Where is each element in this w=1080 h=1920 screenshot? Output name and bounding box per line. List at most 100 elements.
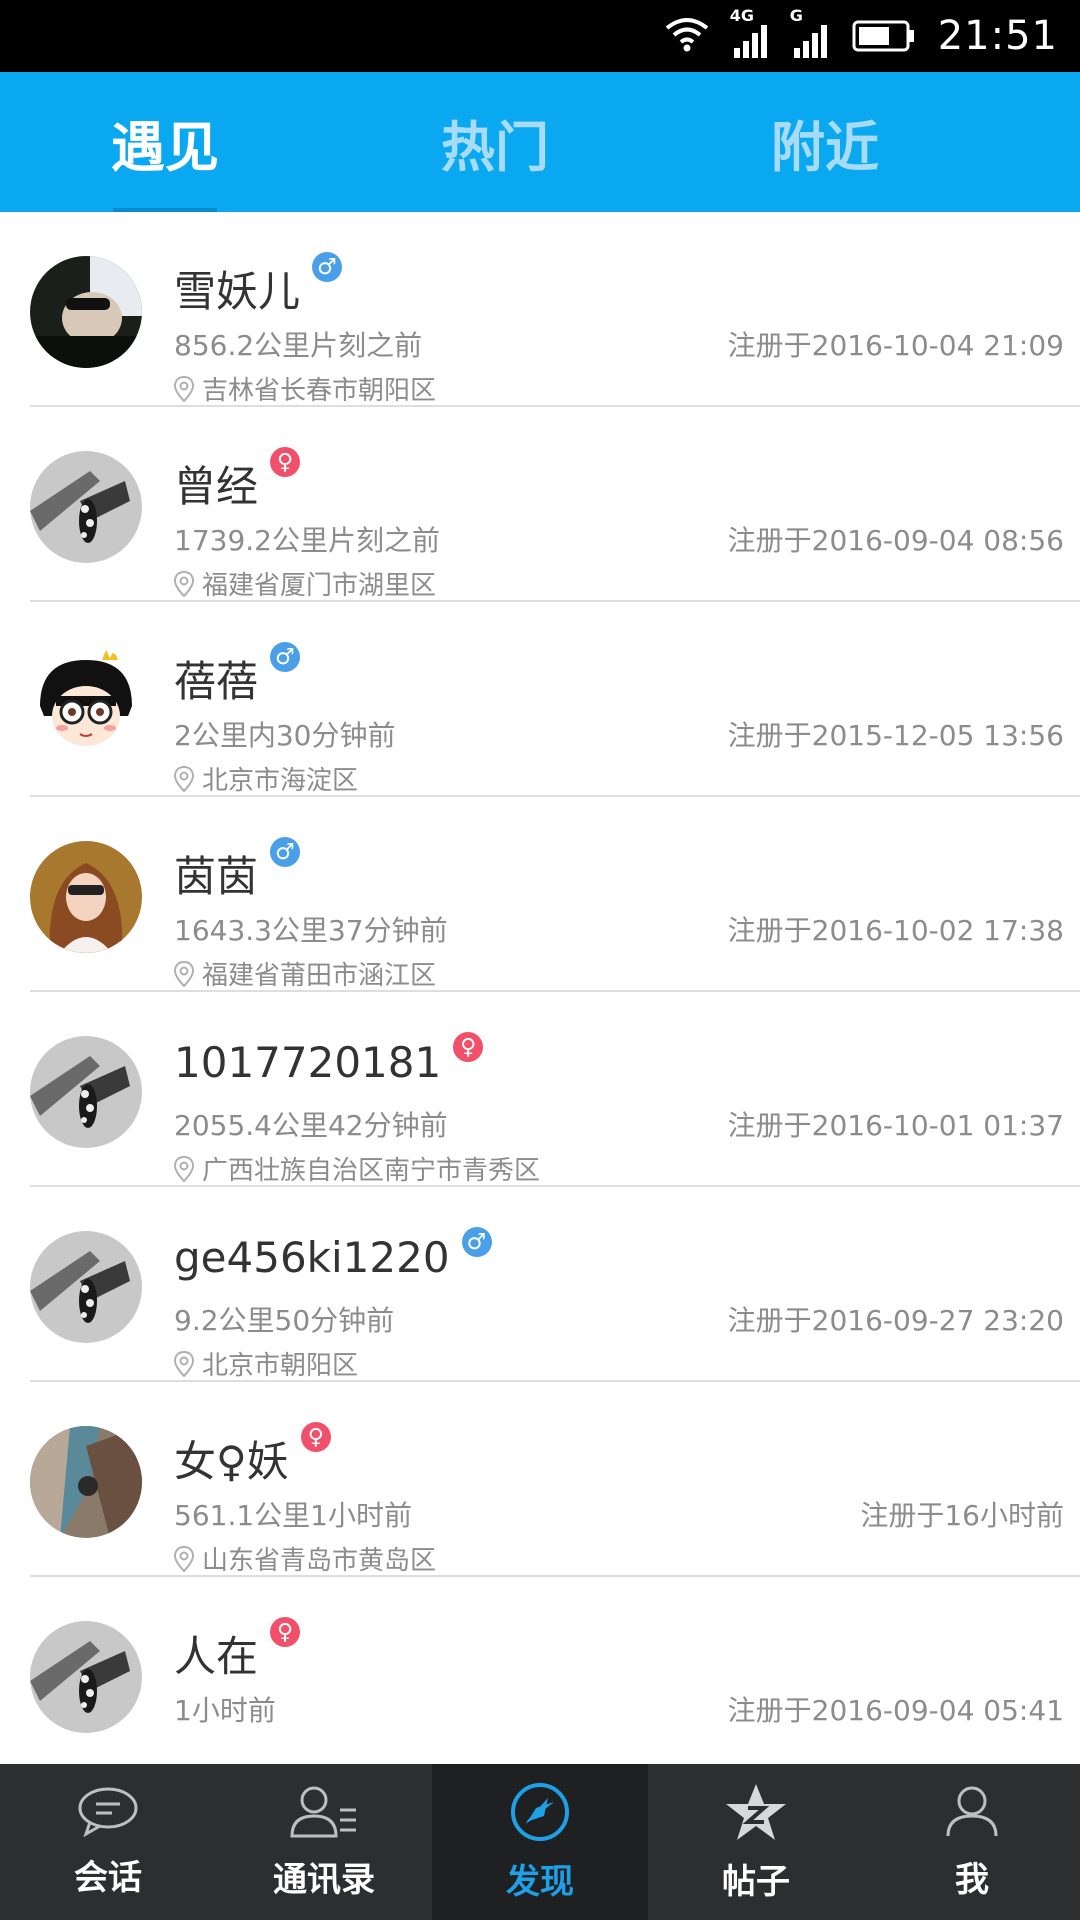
avatar[interactable]: [30, 1231, 142, 1343]
male-icon: ♂: [461, 1227, 492, 1257]
list-item[interactable]: 人在 ♀ 1小时前 注册于2016-09-04 05:41: [30, 1577, 1080, 1764]
location-pin-icon: [174, 570, 194, 597]
female-icon: ♀: [270, 1617, 301, 1647]
register-time: 注册于2016-09-04 08:56: [727, 524, 1064, 557]
distance-time: 856.2公里片刻之前: [174, 329, 423, 362]
distance-time: 2055.4公里42分钟前: [174, 1109, 448, 1142]
user-name: 茵茵 ♂: [174, 837, 301, 904]
status-bar: 4G G 21:51: [0, 0, 1080, 72]
distance-time: 1643.3公里37分钟前: [174, 914, 448, 947]
user-name-text: 茵茵: [174, 852, 259, 901]
nav-label: 帖子: [722, 1861, 790, 1902]
tab-popular[interactable]: 热门: [330, 72, 660, 212]
nav-contacts[interactable]: 通讯录: [216, 1764, 432, 1920]
avatar[interactable]: [30, 256, 142, 368]
avatar[interactable]: [30, 451, 142, 563]
tab-nearby[interactable]: 附近: [660, 72, 990, 212]
avatar[interactable]: [30, 1036, 142, 1148]
location-text: 吉林省长春市朝阳区: [202, 376, 437, 406]
user-name-text: 1017720181: [174, 1038, 442, 1087]
user-name-text: 曾经: [174, 462, 259, 511]
location-pin-icon: [174, 375, 194, 402]
register-time: 注册于16小时前: [860, 1499, 1064, 1532]
location-text: 广西壮族自治区南宁市青秀区: [202, 1156, 541, 1186]
avatar[interactable]: [30, 1426, 142, 1538]
register-time: 注册于2016-09-04 05:41: [727, 1694, 1064, 1727]
list-item[interactable]: 1017720181 ♀ 2055.4公里42分钟前 注册于2016-10-01…: [30, 992, 1080, 1187]
list-item[interactable]: 雪妖儿 ♂ 856.2公里片刻之前 注册于2016-10-04 21:09 吉林…: [30, 212, 1080, 407]
distance-time: 9.2公里50分钟前: [174, 1304, 395, 1337]
nav-label: 我: [955, 1859, 989, 1900]
location-pin-icon: [174, 960, 194, 987]
location-pin-icon: [174, 1350, 194, 1377]
female-icon: ♀: [270, 447, 301, 477]
register-time: 注册于2016-10-01 01:37: [727, 1109, 1064, 1142]
distance-time: 2公里内30分钟前: [174, 719, 396, 752]
location: 广西壮族自治区南宁市青秀区: [174, 1150, 540, 1187]
register-time: 注册于2016-10-04 21:09: [727, 329, 1064, 362]
location-text: 福建省厦门市湖里区: [202, 571, 437, 601]
avatar[interactable]: [30, 841, 142, 953]
distance-time: 561.1公里1小时前: [174, 1499, 412, 1532]
list-item[interactable]: 曾经 ♀ 1739.2公里片刻之前 注册于2016-09-04 08:56 福建…: [30, 407, 1080, 602]
register-time: 注册于2016-10-02 17:38: [727, 914, 1064, 947]
male-icon: ♂: [270, 642, 301, 672]
signal-icon: 4G: [730, 6, 770, 58]
distance-time: 1小时前: [174, 1694, 276, 1727]
battery-icon: [852, 20, 916, 52]
avatar[interactable]: [30, 1621, 142, 1733]
nav-label: 通讯录: [273, 1859, 375, 1900]
contacts-icon: [288, 1784, 360, 1844]
user-name: 女♀妖 ♀: [174, 1422, 331, 1489]
register-time: 注册于2016-09-27 23:20: [727, 1304, 1064, 1337]
male-icon: ♂: [270, 837, 301, 867]
location: 山东省青岛市黄岛区: [174, 1540, 436, 1577]
location-pin-icon: [174, 1545, 194, 1572]
user-name-text: 雪妖儿: [174, 267, 301, 316]
user-name: 人在 ♀: [174, 1617, 301, 1684]
user-name: 曾经 ♀: [174, 447, 301, 514]
location: 吉林省长春市朝阳区: [174, 370, 436, 407]
nav-discover[interactable]: 发现: [432, 1764, 648, 1920]
nav-me[interactable]: 我: [864, 1764, 1080, 1920]
list-item[interactable]: 女♀妖 ♀ 561.1公里1小时前 注册于16小时前 山东省青岛市黄岛区: [30, 1382, 1080, 1577]
star-icon: [724, 1782, 788, 1846]
status-time: 21:51: [937, 13, 1058, 59]
location: 北京市朝阳区: [174, 1345, 358, 1382]
wifi-icon: [664, 16, 710, 56]
signal-icon: G: [790, 6, 830, 58]
nav-chat[interactable]: 会话: [0, 1764, 216, 1920]
location: 北京市海淀区: [174, 760, 358, 797]
female-icon: ♀: [453, 1032, 484, 1062]
chat-icon: [76, 1786, 140, 1842]
network-type-label: G: [789, 6, 803, 25]
tab-encounter[interactable]: 遇见: [0, 72, 330, 212]
list-item[interactable]: 茵茵 ♂ 1643.3公里37分钟前 注册于2016-10-02 17:38 福…: [30, 797, 1080, 992]
avatar[interactable]: [30, 646, 142, 758]
network-type-label: 4G: [729, 6, 754, 25]
location-text: 山东省青岛市黄岛区: [202, 1546, 437, 1576]
location-text: 福建省莆田市涵江区: [202, 961, 437, 991]
user-name-text: ge456ki1220: [174, 1233, 450, 1282]
compass-icon: [510, 1782, 570, 1846]
bottom-nav: 会话 通讯录 发现 帖子 我: [0, 1764, 1080, 1920]
location-pin-icon: [174, 1155, 194, 1182]
male-icon: ♂: [312, 252, 343, 282]
distance-time: 1739.2公里片刻之前: [174, 524, 440, 557]
location: 福建省莆田市涵江区: [174, 955, 436, 992]
location-text: 北京市海淀区: [202, 766, 359, 796]
user-name: 1017720181 ♀: [174, 1032, 484, 1087]
nav-label: 会话: [74, 1857, 142, 1898]
female-icon: ♀: [300, 1422, 331, 1452]
nav-label: 发现: [506, 1861, 574, 1902]
user-name: ge456ki1220 ♂: [174, 1227, 492, 1282]
nav-posts[interactable]: 帖子: [648, 1764, 864, 1920]
list-item[interactable]: ge456ki1220 ♂ 9.2公里50分钟前 注册于2016-09-27 2…: [30, 1187, 1080, 1382]
user-name-text: 人在: [174, 1632, 259, 1681]
user-name-text: 女♀妖: [174, 1437, 289, 1486]
location: 福建省厦门市湖里区: [174, 565, 436, 602]
user-name: 蓓蓓 ♂: [174, 642, 301, 709]
top-tab-bar: 遇见 热门 附近: [0, 72, 1080, 212]
list-item[interactable]: 蓓蓓 ♂ 2公里内30分钟前 注册于2015-12-05 13:56 北京市海淀…: [30, 602, 1080, 797]
user-name: 雪妖儿 ♂: [174, 252, 343, 319]
